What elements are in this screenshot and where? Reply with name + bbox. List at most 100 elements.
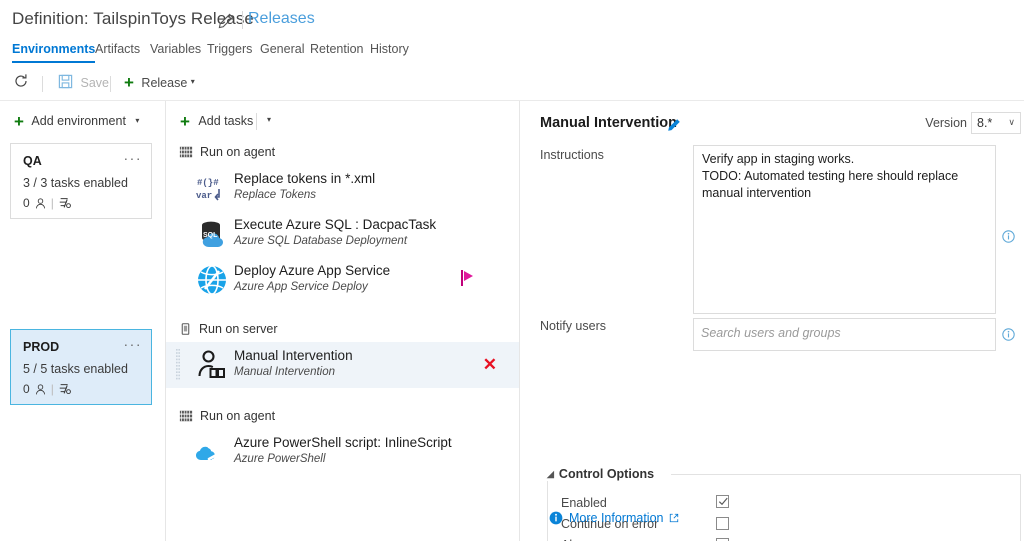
enabled-checkbox[interactable] xyxy=(716,495,729,508)
collapse-caret-icon: ◢ xyxy=(547,468,554,479)
task-name: Manual Intervention xyxy=(234,348,353,363)
gates-icon xyxy=(59,198,71,209)
task-detail-panel: Manual Intervention Version 8.* ∨ Instru… xyxy=(521,101,1024,541)
environment-card-prod[interactable]: PROD ··· 5 / 5 tasks enabled 0 | xyxy=(10,329,152,405)
plus-icon: + xyxy=(14,112,24,131)
breadcrumb-releases-link[interactable]: Releases xyxy=(248,10,315,28)
notify-users-label: Notify users xyxy=(540,319,606,333)
toolbar: Save + Release ▾ xyxy=(0,68,1024,101)
chevron-down-icon: ∨ xyxy=(1008,117,1015,127)
release-button[interactable]: + Release ▾ xyxy=(124,73,195,93)
azure-powershell-icon xyxy=(196,445,224,462)
version-value: 8.* xyxy=(977,116,993,130)
approvers-count: 0 xyxy=(23,196,30,210)
drag-handle-icon[interactable] xyxy=(176,349,180,381)
page-title-prefix: Definition: xyxy=(12,9,89,28)
toolbar-divider-2 xyxy=(110,76,111,92)
external-link-icon xyxy=(670,513,679,523)
continue-on-error-checkbox[interactable] xyxy=(716,517,729,530)
environment-name: QA xyxy=(23,154,42,168)
person-icon xyxy=(35,197,45,208)
tab-triggers[interactable]: Triggers xyxy=(207,42,252,61)
agent-icon xyxy=(179,410,193,422)
agent-icon xyxy=(179,146,193,158)
enabled-label: Enabled xyxy=(561,496,607,510)
plus-icon: + xyxy=(180,112,190,131)
remove-task-button[interactable]: ✕ xyxy=(483,356,497,373)
tab-general[interactable]: General xyxy=(260,42,304,61)
environments-panel: + Add environment ▾ QA ··· 3 / 3 tasks e… xyxy=(0,101,165,541)
save-label: Save xyxy=(80,75,109,90)
instructions-textarea[interactable]: Verify app in staging works. TODO: Autom… xyxy=(693,145,996,314)
environment-menu-button[interactable]: ··· xyxy=(124,150,143,166)
environment-meta: 0 | xyxy=(23,382,72,396)
environment-card-qa[interactable]: QA ··· 3 / 3 tasks enabled 0 | xyxy=(10,143,152,219)
tab-bar: Environments Artifacts Variables Trigger… xyxy=(0,42,1024,68)
add-tasks-divider xyxy=(256,113,257,130)
environment-meta: 0 | xyxy=(23,196,72,210)
task-subtitle: Manual Intervention xyxy=(234,366,336,378)
manual-intervention-icon xyxy=(198,350,225,378)
notify-users-info-icon[interactable] xyxy=(1002,328,1015,341)
instructions-value: Verify app in staging works. TODO: Autom… xyxy=(702,152,959,200)
tab-variables[interactable]: Variables xyxy=(150,42,201,61)
control-options-border-right xyxy=(1020,474,1021,541)
instructions-info-icon[interactable] xyxy=(1002,230,1015,243)
svg-text:SQL: SQL xyxy=(203,232,218,239)
toolbar-divider-1 xyxy=(42,76,43,92)
notify-users-placeholder: Search users and groups xyxy=(701,326,841,340)
task-group-header-run-on-agent-2: Run on agent xyxy=(179,409,275,423)
task-row-deploy-azure-app-service[interactable]: Deploy Azure App Service Azure App Servi… xyxy=(166,257,519,303)
control-options-label: Control Options xyxy=(558,467,655,481)
task-name: Azure PowerShell script: InlineScript xyxy=(234,435,452,450)
svg-text:#(}#: #(}# xyxy=(197,178,219,188)
more-information-link[interactable]: More Information xyxy=(549,511,679,525)
add-tasks-dropdown-button[interactable]: ▾ xyxy=(267,113,271,127)
edit-task-name-pencil-icon[interactable] xyxy=(667,118,681,132)
release-definition-page: Definition: TailspinToys Release Release… xyxy=(0,0,1024,541)
save-icon xyxy=(58,74,73,89)
task-row-manual-intervention[interactable]: Manual Intervention Manual Intervention … xyxy=(166,342,519,388)
task-group-header-run-on-server: Run on server xyxy=(179,322,278,336)
more-information-label: More Information xyxy=(569,511,664,525)
notify-users-input[interactable]: Search users and groups xyxy=(693,318,996,351)
release-label: Release xyxy=(141,75,188,90)
azure-app-service-icon xyxy=(198,265,226,295)
control-options-border-left xyxy=(547,474,548,541)
tab-artifacts[interactable]: Artifacts xyxy=(95,42,140,61)
environment-tasks-enabled: 3 / 3 tasks enabled xyxy=(23,176,128,190)
check-icon xyxy=(718,497,728,506)
add-tasks-button[interactable]: + Add tasks xyxy=(180,112,253,132)
instructions-label: Instructions xyxy=(540,148,604,162)
task-name: Execute Azure SQL : DacpacTask xyxy=(234,217,437,232)
server-icon xyxy=(181,323,190,335)
azure-sql-icon: SQL xyxy=(202,221,223,247)
task-flag-marker-icon[interactable] xyxy=(459,269,475,287)
control-options-legend[interactable]: ◢ Control Options xyxy=(547,467,660,481)
chevron-down-icon: ▾ xyxy=(267,115,272,124)
version-dropdown[interactable]: 8.* ∨ xyxy=(971,112,1021,134)
task-row-execute-azure-sql[interactable]: SQL Execute Azure SQL : DacpacTask Azure… xyxy=(166,211,519,257)
info-icon xyxy=(549,511,563,525)
save-button[interactable]: Save xyxy=(58,74,109,90)
chevron-down-icon: ▾ xyxy=(135,116,140,125)
environment-menu-button[interactable]: ··· xyxy=(124,336,143,352)
task-group-label: Run on server xyxy=(199,322,278,336)
gates-icon xyxy=(59,384,71,395)
task-row-replace-tokens[interactable]: #(}# var Replace tokens in *.xml Replace… xyxy=(166,165,519,211)
tab-environments[interactable]: Environments xyxy=(12,42,96,63)
environment-name: PROD xyxy=(23,340,60,354)
task-row-azure-powershell[interactable]: Azure PowerShell script: InlineScript Az… xyxy=(166,429,519,475)
detail-title: Manual Intervention xyxy=(540,115,677,131)
environment-tasks-enabled: 5 / 5 tasks enabled xyxy=(23,362,128,376)
add-environment-button[interactable]: + Add environment ▾ xyxy=(14,112,139,132)
task-group-label: Run on agent xyxy=(200,145,276,159)
task-subtitle: Replace Tokens xyxy=(234,189,317,201)
edit-title-pencil-icon[interactable] xyxy=(218,13,234,29)
refresh-button[interactable] xyxy=(13,73,29,92)
title-divider xyxy=(242,11,243,29)
plus-icon: + xyxy=(124,73,134,92)
tab-history[interactable]: History xyxy=(370,42,409,61)
tab-retention[interactable]: Retention xyxy=(310,42,364,61)
add-tasks-label: Add tasks xyxy=(198,114,254,128)
